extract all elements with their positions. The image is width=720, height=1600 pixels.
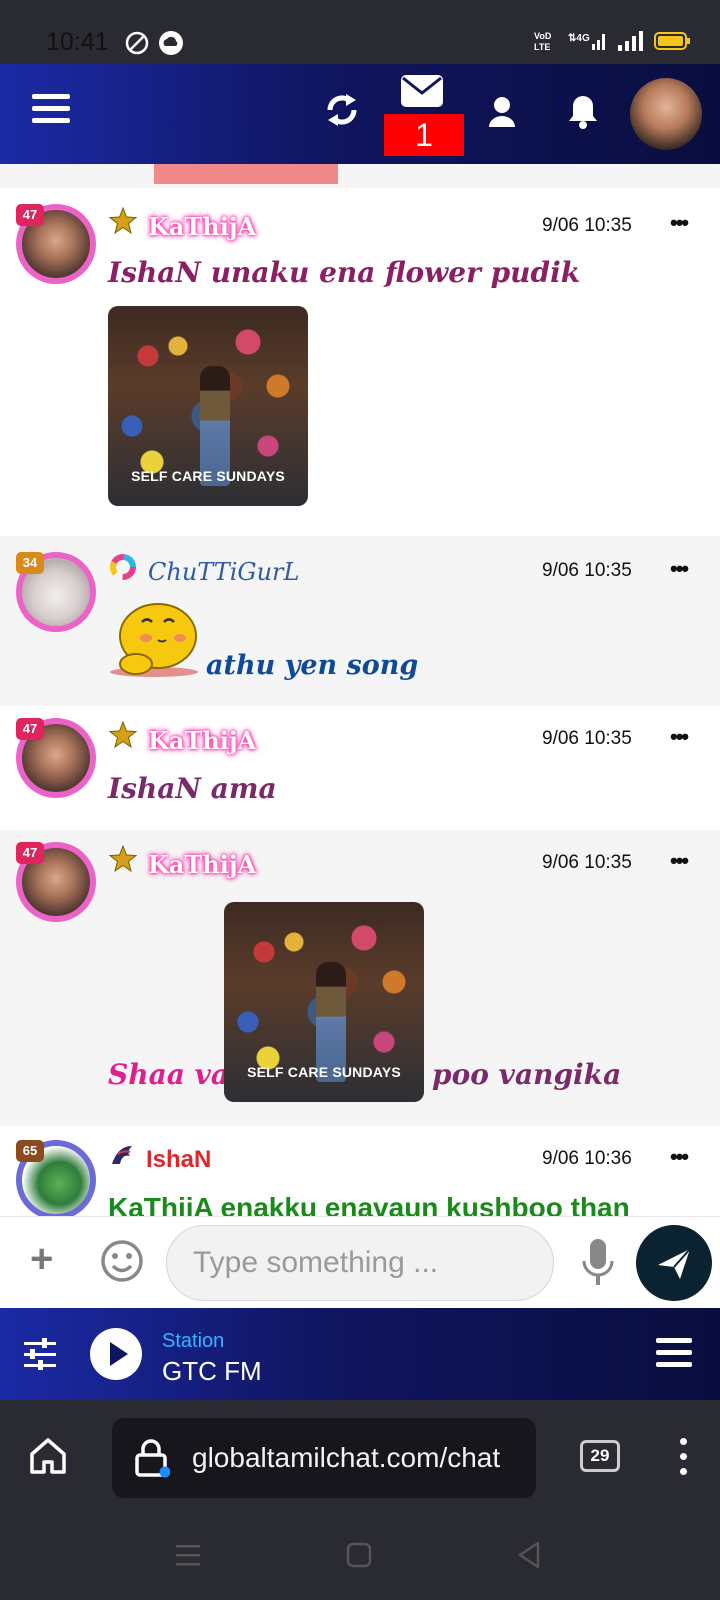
more-vert-icon[interactable] [680, 1438, 690, 1478]
star-icon [108, 844, 138, 873]
list-item: 47 KaThijA 9/06 10:35 ••• Shaa va SELF C… [0, 830, 720, 1126]
status-bar: 10:41 VoD LTE ⇅4G [0, 0, 720, 64]
list-item: 47 KaThijA 9/06 10:35 ••• IshaN unaku en… [0, 188, 720, 536]
chat-list: 47 KaThijA 9/06 10:35 ••• IshaN unaku en… [0, 164, 720, 1216]
recents-icon[interactable] [174, 1542, 202, 1568]
avatar[interactable] [630, 78, 702, 150]
home-button-icon[interactable] [346, 1542, 372, 1568]
more-options-icon[interactable]: ••• [670, 1144, 689, 1170]
timestamp: 9/06 10:35 [542, 215, 632, 236]
star-icon [108, 720, 138, 749]
username[interactable]: KaThijA [148, 212, 256, 241]
radio-menu-icon[interactable] [656, 1338, 692, 1368]
ring-icon [110, 554, 136, 580]
page: 10:41 VoD LTE ⇅4G 1 47 KaThijA 9/06 10:3… [0, 0, 720, 1600]
username[interactable]: KaThijA [148, 850, 256, 879]
message-text: IshaN ama [108, 772, 277, 805]
lock-icon [135, 1439, 170, 1478]
mail-count-badge[interactable]: 1 [384, 114, 464, 156]
more-options-icon[interactable]: ••• [670, 848, 689, 874]
svg-text:VoD: VoD [534, 31, 552, 41]
envelope-icon[interactable] [400, 74, 444, 108]
message-input[interactable]: Type something ... [166, 1225, 554, 1301]
username[interactable]: ChuTTiGurL [148, 558, 299, 586]
level-badge: 47 [16, 842, 44, 864]
svg-text:⇅4G: ⇅4G [568, 33, 590, 44]
microphone-icon[interactable] [580, 1237, 616, 1289]
message-text: KaThijA enakku enavaun kushboo than [108, 1192, 630, 1216]
send-button[interactable] [636, 1225, 712, 1301]
equalizer-icon[interactable] [22, 1336, 58, 1372]
emoji-icon[interactable] [100, 1239, 144, 1283]
message-text: athu yen song [206, 650, 419, 681]
timestamp: 9/06 10:35 [542, 560, 632, 581]
status-time: 10:41 [46, 28, 109, 56]
browser-toolbar: globaltamilchat.com/chat 29 [0, 1400, 720, 1512]
more-options-icon[interactable]: ••• [670, 724, 689, 750]
list-item: 65 IshaN 9/06 10:36 ••• KaThijA enakku e… [0, 1126, 720, 1216]
tab-count-button[interactable]: 29 [580, 1440, 620, 1472]
list-item: 34 ChuTTiGurL 9/06 10:35 ••• athu yen so… [0, 536, 720, 706]
signal-icon [618, 31, 643, 51]
radio-player: Station GTC FM [0, 1308, 720, 1400]
vpn-icon [125, 31, 149, 55]
more-options-icon[interactable]: ••• [670, 556, 689, 582]
level-badge: 47 [16, 204, 44, 226]
timestamp: 9/06 10:36 [542, 1148, 632, 1169]
timestamp: 9/06 10:35 [542, 728, 632, 749]
star-icon [108, 206, 138, 235]
level-badge: 47 [16, 718, 44, 740]
previous-message-fragment [154, 164, 338, 184]
message-image[interactable]: SELF CARE SUNDAYS [108, 306, 308, 506]
username[interactable]: KaThijA [148, 726, 256, 755]
system-indicators: VoD LTE ⇅4G [534, 30, 692, 52]
cloud-icon [159, 31, 183, 55]
send-icon [658, 1248, 691, 1279]
sticker-icon [110, 603, 198, 677]
system-navigation [0, 1512, 720, 1600]
message-text-before: Shaa va [108, 1058, 230, 1091]
volte-icon: VoD LTE [534, 31, 552, 52]
url-text: globaltamilchat.com/chat [192, 1442, 501, 1473]
station-name: GTC FM [162, 1356, 262, 1386]
app-header: 1 [0, 64, 720, 164]
message-text: IshaN unaku ena flower pudik [108, 256, 581, 289]
message-text-after: poo vangika [432, 1058, 622, 1091]
user-icon[interactable] [488, 96, 516, 128]
message-composer: + Type something ... [0, 1216, 720, 1308]
battery-icon [654, 32, 690, 50]
hamburger-icon[interactable] [32, 94, 70, 128]
more-options-icon[interactable]: ••• [670, 210, 689, 236]
bell-icon[interactable] [566, 94, 600, 130]
dragon-icon [112, 1146, 132, 1164]
play-icon [110, 1342, 128, 1366]
level-badge: 34 [16, 552, 44, 574]
home-icon[interactable] [28, 1436, 68, 1476]
station-label: Station [162, 1330, 225, 1352]
image-caption: SELF CARE SUNDAYS [247, 1064, 401, 1080]
username[interactable]: IshaN [146, 1146, 211, 1174]
play-button[interactable] [90, 1328, 142, 1380]
svg-text:LTE: LTE [534, 42, 550, 52]
refresh-icon[interactable] [322, 88, 362, 132]
plus-icon[interactable]: + [30, 1237, 53, 1282]
address-bar[interactable]: globaltamilchat.com/chat [112, 1418, 536, 1498]
image-caption: SELF CARE SUNDAYS [131, 468, 285, 484]
list-item: 47 KaThijA 9/06 10:35 ••• IshaN ama [0, 706, 720, 830]
4g-signal-icon: ⇅4G [568, 33, 605, 50]
back-icon[interactable] [516, 1540, 542, 1570]
timestamp: 9/06 10:35 [542, 852, 632, 873]
message-image[interactable]: SELF CARE SUNDAYS [224, 902, 424, 1102]
level-badge: 65 [16, 1140, 44, 1162]
